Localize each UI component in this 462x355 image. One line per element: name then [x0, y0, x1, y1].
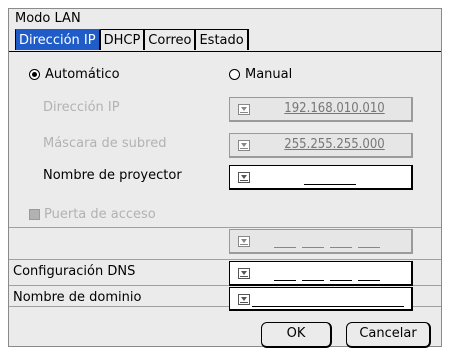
- dns-field[interactable]: [229, 261, 413, 286]
- checkbox-icon: [29, 209, 40, 220]
- tab-mail[interactable]: Correo: [145, 29, 197, 50]
- domain-name-label: Nombre de dominio: [13, 290, 142, 305]
- domain-name-field[interactable]: [229, 287, 413, 311]
- octet-underline: [302, 280, 324, 281]
- octet-underline: [330, 247, 352, 248]
- subnet-mask-value: 255.255.255.000: [284, 137, 385, 152]
- tab-status[interactable]: Estado: [196, 29, 249, 50]
- subnet-mask-label: Máscara de subred: [43, 136, 167, 151]
- radio-automatic-label: Automático: [45, 67, 120, 82]
- ip-address-label: Dirección IP: [43, 100, 120, 115]
- gateway-label: Puerta de acceso: [44, 207, 156, 222]
- ok-button[interactable]: OK: [261, 322, 332, 348]
- radio-manual[interactable]: Manual: [229, 67, 292, 82]
- keyboard-icon: [238, 236, 250, 247]
- octet-underline: [358, 247, 380, 248]
- input-underline: [252, 306, 404, 307]
- radio-automatic[interactable]: Automático: [29, 67, 120, 82]
- ip-address-value: 192.168.010.010: [284, 101, 385, 116]
- octet-underline: [302, 247, 324, 248]
- cancel-button[interactable]: Cancelar: [346, 322, 431, 348]
- keyboard-icon: [238, 294, 250, 305]
- input-underline: [304, 184, 356, 185]
- divider: [9, 227, 441, 228]
- window-title: Modo LAN: [15, 11, 81, 26]
- radio-selected-icon: [29, 69, 40, 80]
- subnet-mask-field[interactable]: 255.255.255.000: [229, 133, 413, 158]
- tab-dhcp[interactable]: DHCP: [100, 29, 146, 50]
- divider: [9, 259, 441, 260]
- keyboard-icon: [238, 140, 250, 151]
- dns-config-label: Configuración DNS: [13, 264, 136, 279]
- octet-underline: [274, 247, 296, 248]
- tab-bar: Dirección IP DHCP Correo Estado: [15, 29, 249, 51]
- octet-underline: [330, 280, 352, 281]
- radio-manual-label: Manual: [245, 67, 293, 82]
- radio-unselected-icon: [229, 69, 240, 80]
- keyboard-icon: [238, 172, 250, 183]
- projector-name-field[interactable]: [229, 165, 413, 190]
- keyboard-icon: [238, 104, 250, 115]
- gateway-checkbox[interactable]: Puerta de acceso: [29, 207, 156, 222]
- octet-underline: [274, 280, 296, 281]
- lan-mode-window: Modo LAN Dirección IP DHCP Correo Estado…: [8, 8, 442, 348]
- keyboard-icon: [238, 268, 250, 279]
- octet-underline: [358, 280, 380, 281]
- gateway-field[interactable]: [229, 229, 413, 254]
- tab-ip-address[interactable]: Dirección IP: [15, 29, 101, 50]
- ip-address-field[interactable]: 192.168.010.010: [229, 97, 413, 122]
- projector-name-label: Nombre de proyector: [43, 168, 182, 183]
